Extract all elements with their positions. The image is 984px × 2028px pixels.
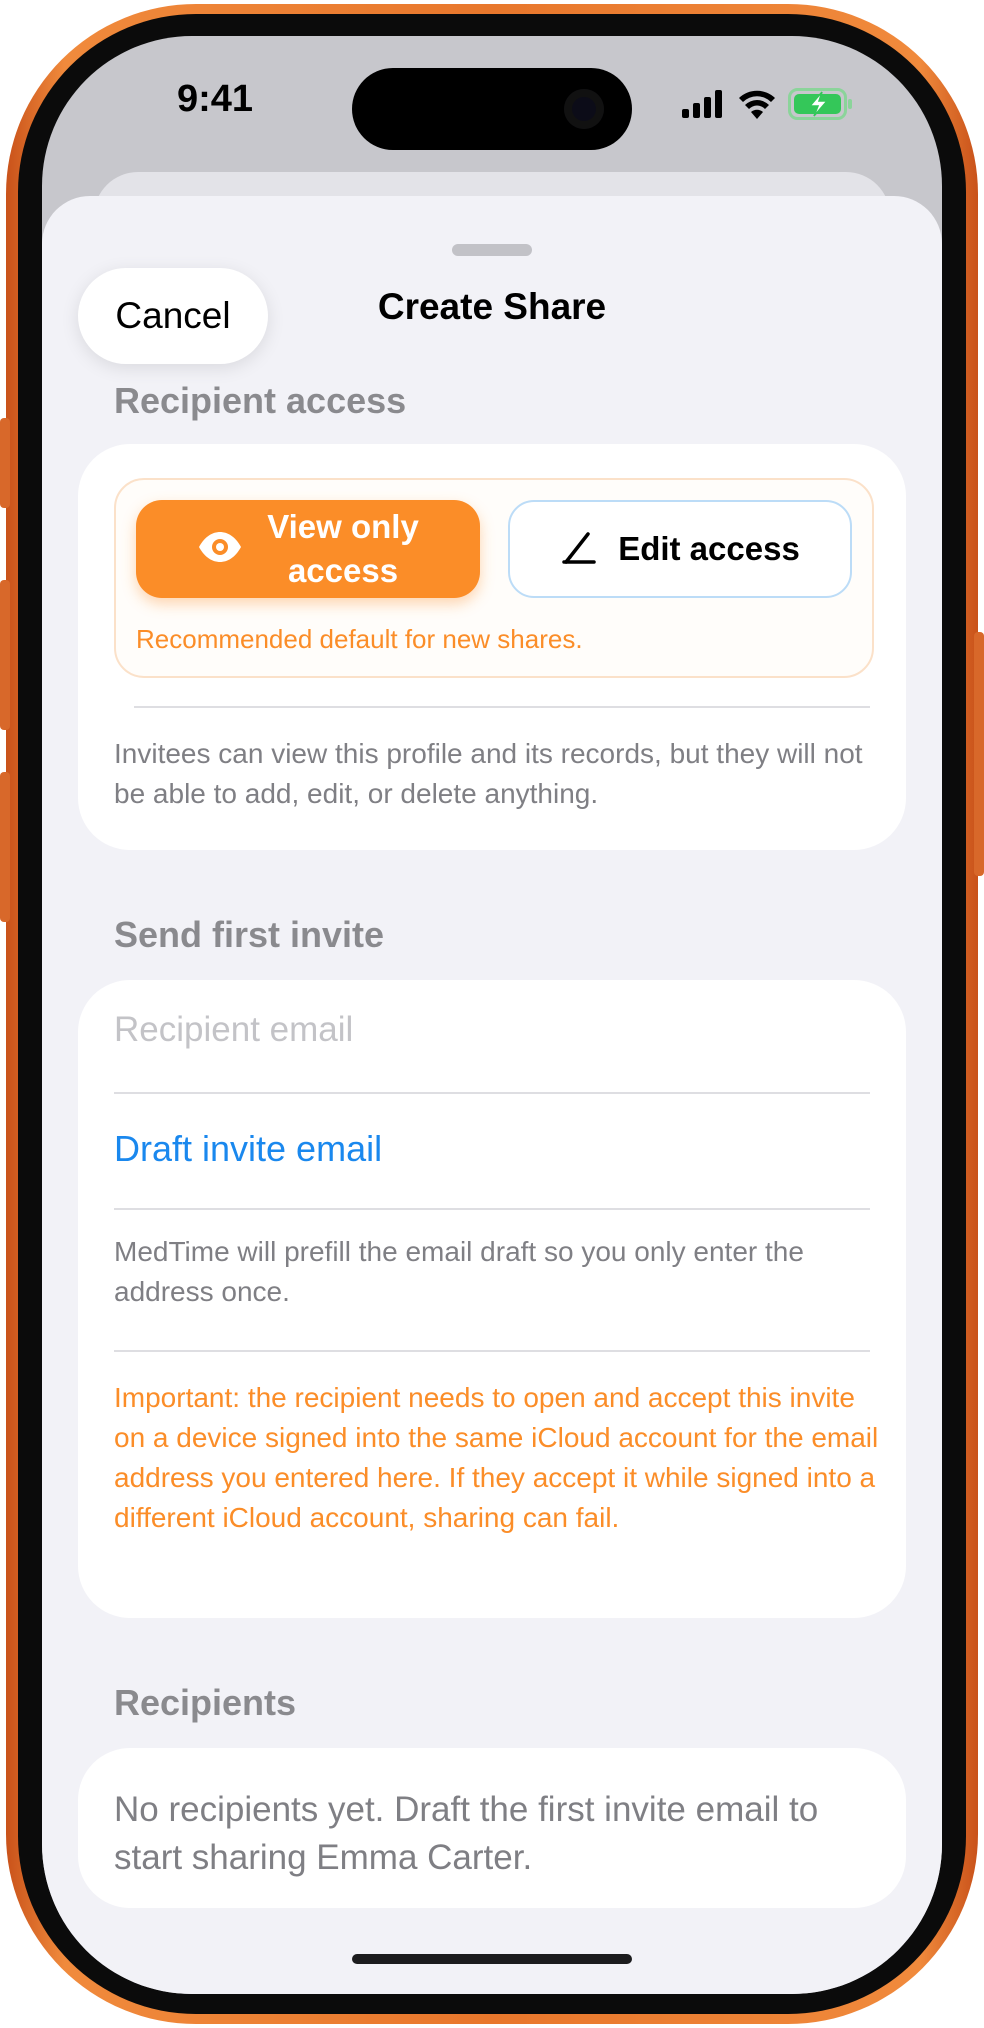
recipient-access-card: View only access Edit access Recommended… bbox=[78, 444, 906, 850]
power-button bbox=[974, 632, 984, 876]
recipients-header: Recipients bbox=[114, 1682, 297, 1723]
send-invite-header: Send first invite bbox=[114, 914, 385, 955]
divider bbox=[134, 706, 870, 708]
recipient-email-field[interactable] bbox=[114, 1010, 874, 1050]
divider bbox=[114, 1208, 870, 1210]
divider bbox=[114, 1350, 870, 1352]
eye-icon bbox=[197, 531, 243, 568]
recommended-note: Recommended default for new shares. bbox=[136, 624, 583, 654]
icloud-warning: Important: the recipient needs to open a… bbox=[114, 1382, 879, 1533]
view-only-label-line2: access bbox=[287, 552, 399, 589]
signal-icon bbox=[682, 90, 726, 123]
send-invite-card: Draft invite email MedTime will prefill … bbox=[78, 980, 906, 1618]
wifi-icon bbox=[738, 89, 776, 124]
view-only-label-line1: View only bbox=[267, 508, 419, 545]
access-description: Invitees can view this profile and its r… bbox=[114, 738, 863, 809]
recipients-card: No recipients yet. Draft the first invit… bbox=[78, 1748, 906, 1908]
recipients-empty-message: No recipients yet. Draft the first invit… bbox=[114, 1790, 819, 1877]
volume-down-button bbox=[0, 772, 10, 922]
cancel-button[interactable]: Cancel bbox=[78, 268, 268, 364]
volume-up-button bbox=[0, 580, 10, 730]
access-picker: View only access Edit access Recommended… bbox=[114, 478, 874, 678]
create-share-sheet: Cancel Create Share Recipient access Vie… bbox=[42, 196, 942, 1994]
status-time: 9:41 bbox=[176, 78, 254, 120]
phone-device: 9:41 Cancel Create Share Recipient acces… bbox=[0, 0, 984, 2028]
screen: 9:41 Cancel Create Share Recipient acces… bbox=[42, 36, 942, 1994]
dynamic-island bbox=[352, 68, 632, 150]
divider bbox=[114, 1092, 870, 1094]
status-icons bbox=[682, 88, 854, 125]
edit-access-button[interactable]: Edit access bbox=[508, 500, 852, 598]
action-button bbox=[0, 418, 10, 508]
home-indicator[interactable] bbox=[352, 1954, 632, 1964]
recipient-access-header: Recipient access bbox=[114, 380, 407, 421]
page-title: Create Share bbox=[377, 286, 607, 327]
prefill-note: MedTime will prefill the email draft so … bbox=[114, 1236, 804, 1307]
draft-invite-email-button[interactable]: Draft invite email bbox=[114, 1128, 382, 1170]
pencil-icon bbox=[560, 530, 598, 569]
sheet-grabber[interactable] bbox=[452, 244, 532, 256]
battery-charging-icon bbox=[788, 88, 854, 125]
view-only-access-button[interactable]: View only access bbox=[136, 500, 480, 598]
edit-access-label: Edit access bbox=[618, 530, 800, 567]
front-camera bbox=[564, 89, 604, 129]
